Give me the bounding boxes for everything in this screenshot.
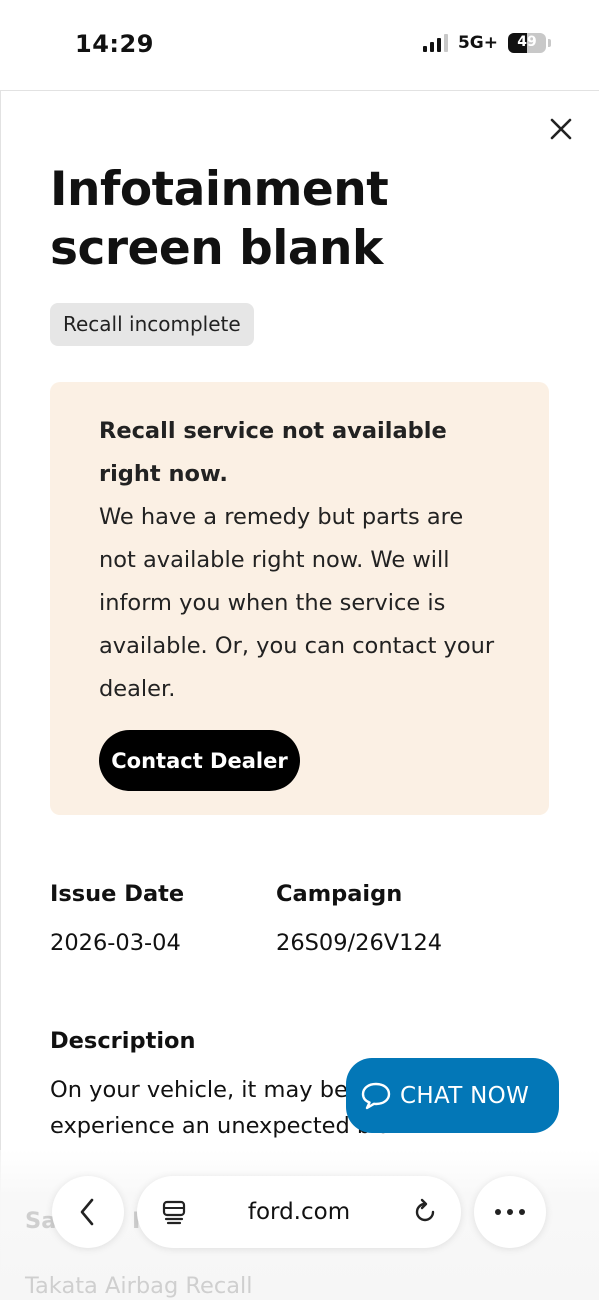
chat-now-button[interactable]: CHAT NOW <box>346 1058 559 1133</box>
status-indicators: 5G+ 49 <box>422 33 551 53</box>
status-badge: Recall incomplete <box>50 303 254 346</box>
issue-date-value: 2026-03-04 <box>50 930 181 956</box>
recall-notice: Recall service not available right now. … <box>50 382 549 815</box>
close-icon <box>550 118 572 140</box>
reload-icon[interactable] <box>411 1198 439 1226</box>
signal-strength-icon <box>422 34 448 52</box>
status-time: 14:29 <box>75 30 154 58</box>
chevron-left-icon <box>80 1198 94 1226</box>
status-bar: 14:29 5G+ 49 <box>0 0 599 90</box>
description-label: Description <box>50 1028 196 1054</box>
notice-text: Recall service not available right now. … <box>99 410 499 711</box>
next-section-subtext: Takata Airbag Recall <box>25 1273 253 1299</box>
url-text: ford.com <box>247 1199 351 1225</box>
campaign-label: Campaign <box>276 881 403 907</box>
page-title: Infotainment screen blank <box>50 162 389 276</box>
chat-now-label: CHAT NOW <box>400 1082 530 1109</box>
campaign-value: 26S09/26V124 <box>276 930 443 956</box>
contact-dealer-button[interactable]: Contact Dealer <box>99 730 300 791</box>
issue-date-label: Issue Date <box>50 881 185 907</box>
chat-bubble-icon <box>361 1082 391 1109</box>
notice-body: We have a remedy but parts are not avail… <box>99 504 495 702</box>
close-button[interactable] <box>545 113 577 145</box>
back-button[interactable] <box>52 1176 124 1248</box>
notice-title: Recall service not available right now. <box>99 418 447 487</box>
address-bar[interactable]: ford.com <box>137 1176 461 1248</box>
more-horizontal-icon <box>495 1209 525 1215</box>
battery-icon: 49 <box>508 33 546 53</box>
network-type: 5G+ <box>457 33 498 53</box>
more-options-button[interactable] <box>474 1176 546 1248</box>
tabs-icon <box>162 1200 186 1225</box>
battery-tip <box>548 39 551 47</box>
battery-level: 49 <box>517 34 537 50</box>
